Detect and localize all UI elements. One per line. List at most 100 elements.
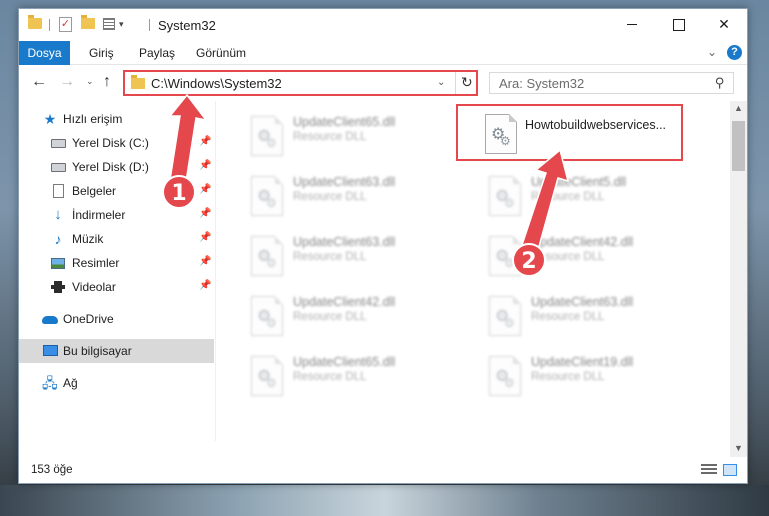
onedrive-icon — [42, 316, 58, 324]
file-item[interactable]: ⚙ ⚙ UpdateClient42.dll Resource DLL — [239, 289, 459, 341]
navigation-pane: ★ Hızlı erişim Yerel Disk (C:) 📌 Yerel D… — [19, 101, 214, 457]
dll-file-icon: ⚙ ⚙ — [251, 236, 283, 276]
sidebar-item-music[interactable]: ♪ Müzik 📌 — [19, 227, 214, 251]
sidebar-item-pictures[interactable]: Resimler 📌 — [19, 251, 214, 275]
sidebar-item-onedrive[interactable]: OneDrive — [19, 307, 214, 331]
file-item[interactable]: ⚙ ⚙ UpdateClient63.dll Resource DLL — [239, 229, 459, 281]
up-arrow-icon[interactable]: ↑ — [103, 73, 111, 91]
file-item[interactable]: ⚙ ⚙ UpdateClient65.dll Resource DLL — [239, 109, 459, 161]
file-type: Resource DLL — [293, 131, 367, 143]
pin-icon[interactable]: 📌 — [199, 136, 211, 147]
maximize-button[interactable] — [655, 9, 701, 39]
gear-icon: ⚙ — [504, 316, 515, 330]
drive-icon — [51, 139, 66, 148]
file-item[interactable]: ⚙ ⚙ UpdateClient19.dll Resource DLL — [477, 349, 697, 401]
pane-divider[interactable] — [215, 101, 216, 441]
divider — [149, 19, 150, 31]
file-item[interactable]: ⚙ ⚙ UpdateClient5.dll Resource DLL — [477, 169, 697, 221]
step-badge-1: 1 — [162, 175, 196, 209]
file-name: UpdateClient5.dll — [531, 175, 627, 189]
search-input[interactable]: Ara: System32 ⚲ — [489, 72, 734, 94]
pictures-icon — [51, 258, 65, 269]
customize-toolbar-caret-icon[interactable]: ▾ — [119, 19, 124, 30]
refresh-icon[interactable]: ↻ — [461, 74, 473, 91]
status-bar: 153 öğe — [19, 457, 747, 483]
sidebar-item-network[interactable]: 🖧 Ağ — [19, 371, 214, 395]
details-view-icon[interactable] — [701, 464, 717, 476]
file-type: Resource DLL — [531, 371, 605, 383]
dll-file-icon: ⚙ ⚙ — [251, 356, 283, 396]
forward-arrow-icon[interactable]: → — [59, 73, 75, 91]
sidebar-item-label: OneDrive — [63, 312, 114, 326]
file-type: Resource DLL — [293, 371, 367, 383]
tab-view[interactable]: Görünüm — [196, 41, 246, 65]
desktop-background — [0, 485, 769, 516]
pin-icon[interactable]: 📌 — [199, 160, 211, 171]
folder-icon — [131, 75, 145, 89]
file-name: UpdateClient42.dll — [531, 235, 634, 249]
gear-icon: ⚙ — [266, 316, 277, 330]
divider — [455, 72, 456, 94]
vertical-scrollbar[interactable]: ▲ ▼ — [730, 101, 747, 457]
file-name: UpdateClient42.dll — [293, 295, 396, 309]
tab-file[interactable]: Dosya — [19, 41, 70, 65]
sidebar-item-this-pc[interactable]: Bu bilgisayar — [19, 339, 214, 363]
sidebar-item-label: Belgeler — [72, 184, 117, 198]
gear-icon: ⚙ — [266, 376, 277, 390]
file-item[interactable]: ⚙ ⚙ UpdateClient63.dll Resource DLL — [239, 169, 459, 221]
pin-icon[interactable]: 📌 — [199, 208, 211, 219]
file-type: Resource DLL — [531, 191, 605, 203]
sidebar-item-label: Yerel Disk (C:) — [72, 136, 149, 150]
dll-file-icon: ⚙ ⚙ — [251, 176, 283, 216]
folder-icon[interactable] — [28, 15, 42, 29]
tab-home[interactable]: Giriş — [89, 41, 114, 65]
file-type: Resource DLL — [293, 191, 367, 203]
scroll-up-arrow-icon[interactable]: ▲ — [734, 103, 743, 113]
sidebar-item-label: Videolar — [72, 280, 116, 294]
large-icons-view-icon[interactable] — [723, 464, 737, 476]
sidebar-item-label: Resimler — [72, 256, 120, 270]
file-name: UpdateClient63.dll — [293, 235, 396, 249]
item-count: 153 öğe — [31, 464, 73, 476]
address-bar[interactable]: C:\Windows\System32 ⌄ ↻ — [123, 70, 478, 96]
dll-file-icon: ⚙ ⚙ — [489, 176, 521, 216]
new-folder-icon[interactable] — [81, 15, 95, 29]
minimize-button[interactable] — [609, 9, 655, 39]
recent-locations-chevron-icon[interactable]: ⌄ — [86, 76, 94, 87]
file-item[interactable]: ⚙ ⚙ UpdateClient63.dll Resource DLL — [477, 289, 697, 341]
pin-icon[interactable]: 📌 — [199, 280, 211, 291]
properties-check-icon[interactable]: ✓ — [59, 17, 72, 32]
step-badge-2: 2 — [512, 243, 546, 277]
back-arrow-icon[interactable]: ← — [31, 73, 47, 91]
music-icon: ♪ — [54, 231, 62, 247]
pin-icon[interactable]: 📌 — [199, 256, 211, 267]
quick-access-properties-icon[interactable] — [103, 18, 115, 30]
target-file-highlight — [456, 104, 683, 161]
sidebar-item-local-disk-c[interactable]: Yerel Disk (C:) 📌 — [19, 131, 214, 155]
help-icon[interactable]: ? — [727, 45, 742, 60]
sidebar-item-quick-access[interactable]: ★ Hızlı erişim — [19, 107, 214, 131]
scroll-thumb[interactable] — [732, 121, 745, 171]
title-bar: ✓ ▾ System32 ✕ — [19, 9, 747, 41]
close-button[interactable]: ✕ — [701, 9, 747, 39]
expand-ribbon-chevron-icon[interactable]: ⌄ — [707, 45, 717, 59]
sidebar-item-videos[interactable]: Videolar 📌 — [19, 275, 214, 299]
sidebar-item-label: Hızlı erişim — [63, 112, 123, 126]
file-name: UpdateClient63.dll — [293, 175, 396, 189]
downloads-icon: ↓ — [54, 206, 62, 223]
sidebar-item-label: Müzik — [72, 232, 104, 246]
search-icon[interactable]: ⚲ — [715, 75, 725, 91]
gear-icon: ⚙ — [266, 256, 277, 270]
tab-share[interactable]: Paylaş — [139, 41, 175, 65]
file-item[interactable]: ⚙ ⚙ UpdateClient65.dll Resource DLL — [239, 349, 459, 401]
address-dropdown-chevron-icon[interactable]: ⌄ — [437, 77, 445, 88]
gear-icon: ⚙ — [504, 376, 515, 390]
file-item[interactable]: ⚙ ⚙ UpdateClient42.dll Resource DLL — [477, 229, 697, 281]
address-path[interactable]: C:\Windows\System32 — [151, 76, 282, 91]
pin-icon[interactable]: 📌 — [199, 184, 211, 195]
pin-icon[interactable]: 📌 — [199, 232, 211, 243]
scroll-down-arrow-icon[interactable]: ▼ — [734, 443, 743, 453]
sidebar-item-label: Ağ — [63, 376, 78, 390]
gear-icon: ⚙ — [266, 196, 277, 210]
divider — [49, 19, 50, 31]
